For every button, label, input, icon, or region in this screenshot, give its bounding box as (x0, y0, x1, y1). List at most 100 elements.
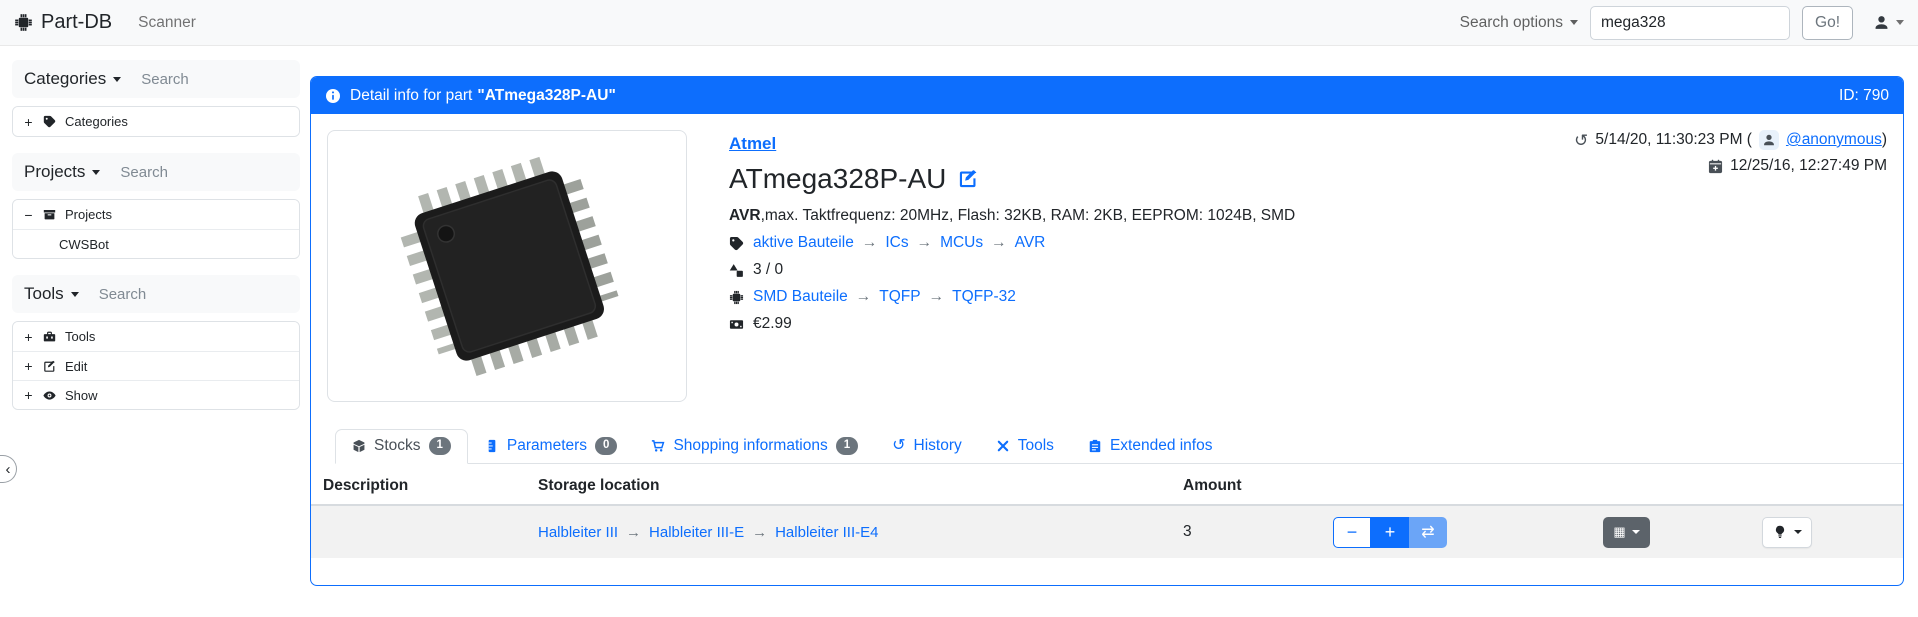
tree-item-label: Projects (65, 207, 112, 222)
grid-icon: ▦ (1613, 524, 1625, 540)
tag-icon (43, 115, 56, 128)
part-image[interactable] (327, 130, 687, 402)
categories-tree: + Categories (12, 106, 300, 137)
tree-item-categories[interactable]: + Categories (13, 107, 299, 136)
decrease-stock-button[interactable]: − (1333, 517, 1371, 548)
stock-count: 3 / 0 (753, 261, 783, 279)
part-description-bold: AVR (729, 207, 761, 224)
tab-badge: 1 (836, 437, 858, 455)
led-locate-dropdown-button[interactable] (1762, 517, 1812, 548)
tools-panel-title: Tools (24, 284, 64, 304)
sidebar-collapse-toggle[interactable]: ‹ (0, 455, 17, 483)
tag-icon (729, 236, 744, 251)
projects-search-input[interactable] (120, 164, 270, 181)
increase-stock-button[interactable]: + (1371, 517, 1409, 548)
tools-search-input[interactable] (99, 286, 249, 303)
caret-down-icon (1632, 530, 1640, 534)
breadcrumb-link[interactable]: Halbleiter III-E4 (775, 524, 878, 541)
search-input[interactable] (1590, 6, 1790, 40)
swap-icon: ⇄ (1421, 522, 1434, 542)
tree-item-projects[interactable]: − Projects (13, 200, 299, 229)
arrow-icon (991, 234, 1007, 252)
caret-down-icon (1896, 20, 1904, 25)
categories-search-input[interactable] (141, 71, 291, 88)
tree-item-label: Show (65, 388, 98, 403)
modified-user-link[interactable]: @anonymous (1786, 131, 1882, 148)
tab-extended-infos[interactable]: Extended infos (1071, 429, 1230, 464)
user-menu-dropdown[interactable] (1873, 14, 1904, 31)
expand-icon[interactable]: + (23, 329, 34, 345)
ruler-icon (485, 439, 499, 453)
part-id-label: ID: 790 (1839, 87, 1889, 105)
edit-part-icon[interactable] (958, 169, 978, 189)
part-tabs: Stocks 1 Parameters 0 Shopping informati… (335, 429, 1903, 464)
manufacturer-link[interactable]: Atmel (729, 134, 776, 153)
brand-label: Part-DB (41, 11, 112, 34)
breadcrumb-link[interactable]: aktive Bauteile (753, 234, 854, 252)
history-icon: ↺ (1574, 132, 1588, 149)
stocks-table-header: Description Storage location Amount (311, 464, 1903, 506)
info-icon (325, 88, 341, 104)
col-description: Description (323, 477, 538, 495)
microchip-icon (729, 290, 744, 305)
tree-item-cwsbot[interactable]: CWSBot (13, 229, 299, 258)
app-brand[interactable]: Part-DB (14, 11, 112, 34)
calendar-plus-icon (1708, 159, 1723, 174)
modified-timestamp: 5/14/20, 11:30:23 PM ( (1595, 131, 1752, 149)
part-description: ,max. Taktfrequenz: 20MHz, Flash: 32KB, … (761, 207, 1296, 224)
arrow-icon (856, 288, 872, 306)
tree-item-tools[interactable]: + Tools (13, 322, 299, 351)
chip-photo (352, 146, 662, 386)
tab-parameters[interactable]: Parameters 0 (468, 429, 635, 464)
lightbulb-icon (1773, 525, 1787, 539)
tree-item-label: Edit (65, 359, 87, 374)
user-avatar (1759, 130, 1779, 150)
projects-panel-title: Projects (24, 162, 85, 182)
created-timestamp: 12/25/16, 12:27:49 PM (1730, 157, 1887, 175)
caret-down-icon (1794, 530, 1802, 534)
arrow-icon (929, 288, 945, 306)
categories-panel-title: Categories (24, 69, 106, 89)
projects-tree: − Projects CWSBot (12, 199, 300, 259)
projects-panel-header[interactable]: Projects (12, 153, 300, 191)
breadcrumb-link[interactable]: AVR (1015, 234, 1046, 252)
move-stock-button[interactable]: ⇄ (1409, 517, 1447, 548)
categories-panel-header[interactable]: Categories (12, 60, 300, 98)
header-title-prefix: Detail info for part (350, 87, 472, 105)
breadcrumb-link[interactable]: ICs (885, 234, 908, 252)
caret-down-icon (113, 77, 121, 82)
label-generator-dropdown-button[interactable]: ▦ (1603, 517, 1650, 548)
breadcrumb-link[interactable]: TQFP (879, 288, 920, 306)
breadcrumb-link[interactable]: TQFP-32 (952, 288, 1016, 306)
person-icon (1762, 133, 1776, 147)
stocks-table: Description Storage location Amount Halb… (311, 464, 1903, 558)
breadcrumb-link[interactable]: Halbleiter III-E (649, 524, 744, 541)
go-button[interactable]: Go! (1802, 6, 1853, 40)
tab-stocks[interactable]: Stocks 1 (335, 429, 468, 464)
tab-history[interactable]: ↺ History (875, 429, 979, 464)
box-icon (352, 439, 366, 453)
search-options-dropdown[interactable]: Search options (1460, 14, 1578, 32)
tree-item-show[interactable]: + Show (13, 380, 299, 409)
tools-panel-header[interactable]: Tools (12, 275, 300, 313)
breadcrumb-link[interactable]: SMD Bauteile (753, 288, 848, 306)
tab-tools[interactable]: Tools (979, 429, 1071, 464)
shapes-icon (729, 263, 744, 278)
breadcrumb-link[interactable]: Halbleiter III (538, 524, 618, 541)
tree-item-edit[interactable]: + Edit (13, 351, 299, 380)
expand-icon[interactable]: + (23, 114, 34, 130)
tab-shopping-informations[interactable]: Shopping informations 1 (634, 429, 875, 464)
collapse-minus-icon[interactable]: − (23, 207, 34, 223)
tools-tree: + Tools + Edit + Show (12, 321, 300, 410)
col-storage-location: Storage location (538, 477, 1183, 495)
stock-amount: 3 (1183, 523, 1333, 541)
breadcrumb-link[interactable]: MCUs (940, 234, 983, 252)
part-detail-card: Detail info for part "ATmega328P-AU" ID:… (310, 76, 1904, 586)
expand-icon[interactable]: + (23, 358, 34, 374)
expand-icon[interactable]: + (23, 387, 34, 403)
edit-icon (43, 360, 56, 373)
clipboard-icon (1088, 439, 1102, 453)
nav-item-scanner[interactable]: Scanner (138, 14, 196, 32)
cart-icon (651, 439, 665, 453)
tree-item-label: Tools (65, 329, 95, 344)
